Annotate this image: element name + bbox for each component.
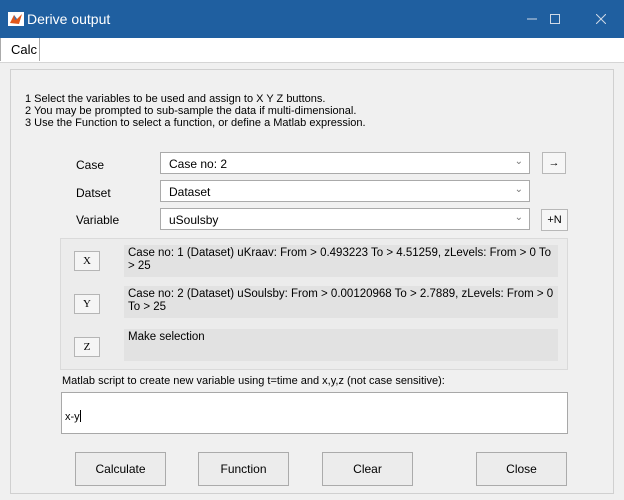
script-label: Matlab script to create new variable usi… (62, 375, 445, 387)
close-dialog-button[interactable]: Close (476, 452, 567, 486)
dataset-select[interactable]: Dataset ⌄ (160, 180, 530, 202)
chevron-down-icon: ⌄ (514, 184, 523, 195)
add-variable-label: +N (547, 214, 562, 226)
arrow-right-icon: → (548, 157, 560, 169)
y-button[interactable]: Y (74, 294, 100, 314)
case-arrow-button[interactable]: → (542, 152, 566, 174)
dataset-select-value: Dataset (169, 185, 211, 199)
title-bar: Derive output (0, 0, 624, 38)
case-label: Case (76, 158, 105, 172)
calculate-button[interactable]: Calculate (75, 452, 166, 486)
maximize-button[interactable] (532, 0, 578, 38)
close-icon (596, 14, 606, 24)
menu-bar: Calc (0, 38, 624, 63)
chevron-down-icon: ⌄ (514, 156, 523, 167)
case-select-value: Case no: 2 (169, 157, 228, 171)
z-button[interactable]: Z (74, 337, 100, 357)
script-text: x-y (65, 411, 80, 423)
z-selection-text: Make selection (124, 329, 558, 361)
window-title: Derive output (27, 11, 111, 27)
x-button[interactable]: X (74, 251, 100, 271)
variable-select[interactable]: uSoulsby ⌄ (160, 208, 530, 230)
maximize-icon (550, 14, 560, 24)
menu-item-calc[interactable]: Calc (0, 38, 40, 61)
y-selection-text: Case no: 2 (Dataset) uSoulsby: From > 0.… (124, 286, 558, 318)
clear-button[interactable]: Clear (322, 452, 413, 486)
matlab-icon (8, 12, 24, 26)
text-caret (79, 410, 81, 422)
close-button[interactable] (578, 0, 624, 38)
function-button[interactable]: Function (198, 452, 289, 486)
script-input[interactable]: x-y (61, 392, 568, 434)
chevron-down-icon: ⌄ (514, 212, 523, 223)
variable-label: Variable (76, 213, 120, 227)
instructions: 1 Select the variables to be used and as… (25, 93, 366, 129)
add-variable-button[interactable]: +N (541, 209, 568, 231)
dataset-label: Datset (76, 186, 111, 200)
script-input-value: x-y (65, 410, 81, 423)
instruction-line: 1 Select the variables to be used and as… (25, 93, 326, 105)
instruction-line: 2 You may be prompted to sub-sample the … (25, 105, 357, 117)
case-select[interactable]: Case no: 2 ⌄ (160, 152, 530, 174)
x-selection-text: Case no: 1 (Dataset) uKraav: From > 0.49… (124, 245, 558, 277)
instruction-line: 3 Use the Function to select a function,… (25, 117, 366, 129)
variable-select-value: uSoulsby (169, 213, 219, 227)
